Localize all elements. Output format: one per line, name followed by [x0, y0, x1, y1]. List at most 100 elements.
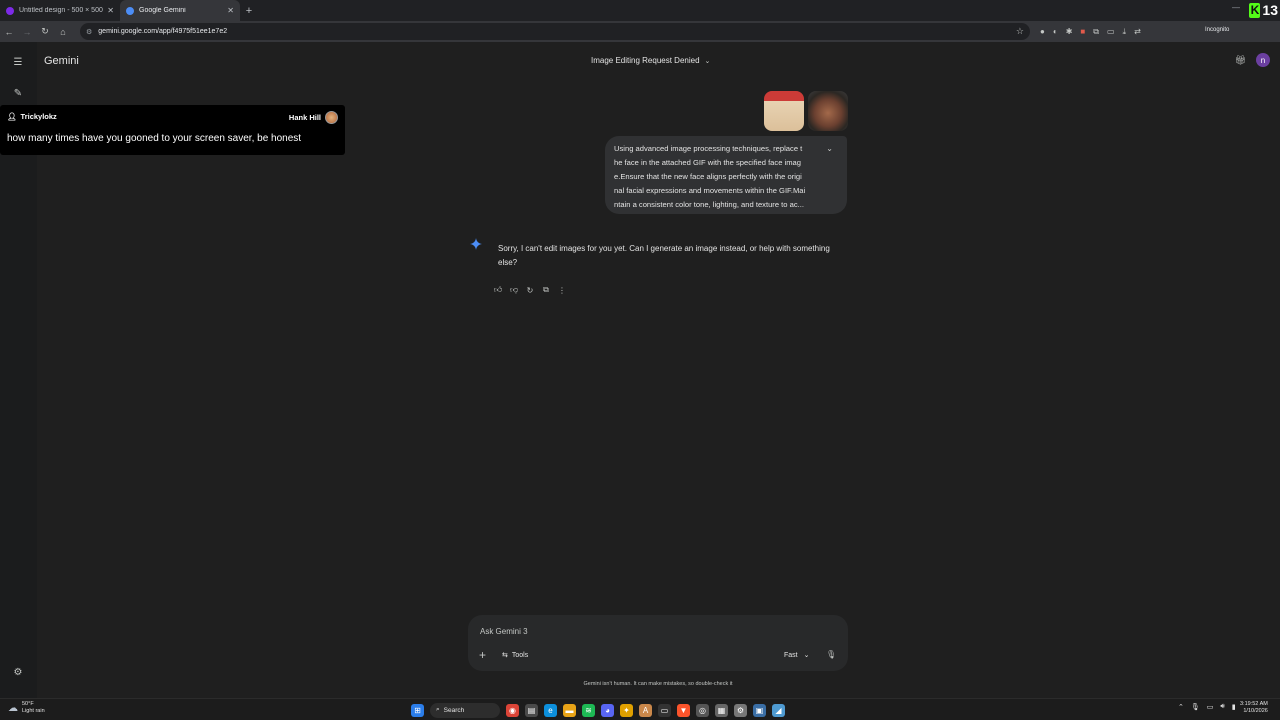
tools-button[interactable]: ⇆ Tools — [502, 651, 529, 660]
cloud-rain-icon: ☁ — [8, 702, 18, 714]
chevron-down-icon: ⌄ — [704, 57, 711, 65]
forward-icon[interactable]: → — [18, 23, 36, 41]
bookmark-star-icon[interactable]: ☆ — [1016, 26, 1024, 37]
translate-icon[interactable]: ⇄ — [1134, 27, 1141, 36]
search-label: Search — [443, 706, 465, 714]
app-icon[interactable]: ▦ — [715, 703, 728, 717]
task-view-icon[interactable]: ▤ — [525, 703, 538, 717]
response-actions: 👍︎ 👎︎ ↻ ⧉ ⋮ — [493, 285, 567, 295]
chat-username: Trickylokz — [20, 112, 57, 121]
close-icon[interactable]: ✕ — [227, 6, 234, 15]
file-explorer-icon[interactable]: ▬ — [563, 703, 576, 717]
expand-chevron-icon[interactable]: ⌄ — [826, 144, 833, 153]
extension-icon[interactable]: ■ — [1080, 27, 1085, 36]
address-bar[interactable]: ⚙ gemini.google.com/app/f4975f51ee1e7e2 … — [80, 23, 1030, 40]
settings-gear-icon[interactable]: ⚙ — [11, 665, 25, 679]
conversation-title[interactable]: Image Editing Request Denied ⌄ — [591, 56, 710, 65]
attached-face-thumbnail[interactable] — [808, 91, 848, 131]
weather-widget[interactable]: ☁ 50°F Light rain — [8, 701, 45, 715]
puzzle-icon[interactable]: ⧉ — [1093, 27, 1099, 37]
user-message-text: Using advanced image processing techniqu… — [614, 144, 806, 209]
minimize-icon[interactable]: — — [1232, 3, 1240, 12]
tab-title: Untitled design - 500 × 500px — [19, 7, 104, 14]
chat-user: 👤︎ Trickylokz — [7, 112, 57, 121]
settings-icon[interactable]: ⚙ — [734, 703, 747, 717]
app-brand[interactable]: Gemini — [44, 55, 79, 67]
brave-icon[interactable]: ▼ — [677, 703, 690, 717]
gemini-icon — [126, 6, 134, 15]
windows-taskbar: ☁ 50°F Light rain ⊞ ⌕ Search ◉ ▤ e ▬ ≋ ◕… — [0, 698, 1280, 720]
stream-chat-overlay: 👤︎ Trickylokz Hank Hill how many times h… — [0, 105, 345, 155]
extension-icon[interactable]: ◐ — [1053, 27, 1058, 36]
badge-avatar — [325, 111, 338, 124]
taskbar-search[interactable]: ⌕ Search — [430, 702, 500, 718]
start-icon[interactable]: ⊞ — [411, 703, 424, 717]
reading-mode-icon[interactable]: ▭ — [1107, 27, 1115, 36]
new-tab-button[interactable]: + — [240, 0, 258, 21]
app-icon[interactable]: A — [639, 703, 652, 717]
attached-gif-thumbnail[interactable] — [764, 91, 804, 131]
system-tray: ⌃ 🎙︎ ▭ 🔊︎ ▮ — [1178, 703, 1236, 711]
tab-gemini[interactable]: Google Gemini ✕ — [120, 0, 240, 21]
incognito-label[interactable]: Incognito — [1205, 27, 1229, 33]
app-icon[interactable]: ▣ — [753, 703, 766, 717]
weather-temp: 50°F — [22, 701, 34, 707]
chrome-icon[interactable]: ◉ — [506, 703, 519, 717]
clock[interactable]: 3:19:52 AM 1/10/2026 — [1240, 701, 1268, 715]
extension-icon[interactable]: ✱ — [1066, 27, 1073, 36]
kick-icon: K — [1249, 2, 1261, 18]
chevron-up-icon[interactable]: ⌃ — [1178, 703, 1184, 711]
app-icon[interactable]: ✦ — [620, 703, 633, 717]
avatar[interactable]: n — [1256, 53, 1270, 67]
prompt-composer: Ask Gemini 3 + ⇆ Tools Fast ⌄ 🎙︎ — [468, 615, 848, 671]
regenerate-icon[interactable]: ↻ — [525, 285, 535, 295]
chat-badge: Hank Hill — [289, 111, 338, 124]
microphone-icon[interactable]: 🎙︎ — [1191, 703, 1200, 711]
extension-icon[interactable]: ● — [1040, 27, 1045, 36]
disclaimer-text: Gemini isn't human. It can make mistakes… — [583, 681, 733, 687]
canva-icon — [6, 6, 14, 15]
assistant-reply: Sorry, I can't edit images for you yet. … — [498, 244, 830, 267]
discord-icon[interactable]: ◕ — [601, 703, 614, 717]
taskbar-apps: ⊞ ⌕ Search ◉ ▤ e ▬ ≋ ◕ ✦ A ▭ ▼ ◎ ▦ ⚙ ▣ ◢ — [411, 702, 785, 718]
user-message-bubble: Using advanced image processing techniqu… — [605, 136, 847, 214]
extensions-bar: ● ◐ ✱ ■ ⧉ ▭ ⤓ ⇄ — [1040, 21, 1141, 42]
mode-label: Fast — [784, 651, 798, 659]
thumbs-up-icon[interactable]: 👍︎ — [493, 285, 503, 295]
download-icon[interactable]: ⤓ — [1123, 27, 1127, 37]
add-attachment-icon[interactable]: + — [479, 648, 486, 662]
microphone-icon[interactable]: 🎙︎ — [826, 650, 836, 659]
more-options-icon[interactable]: ⋮ — [557, 285, 567, 295]
app-icon[interactable]: ◢ — [772, 703, 785, 717]
app-icon[interactable]: ◎ — [696, 703, 709, 717]
weather-condition: Light rain — [22, 708, 45, 714]
prompt-input[interactable]: Ask Gemini 3 — [480, 627, 528, 636]
display-icon[interactable]: ▭ — [1207, 703, 1214, 711]
reload-icon[interactable]: ↻ — [36, 23, 54, 41]
browser-tabstrip: Untitled design - 500 × 500px ✕ Google G… — [0, 0, 1280, 21]
chat-message: how many times have you gooned to your s… — [7, 133, 302, 144]
copy-icon[interactable]: ⧉ — [541, 285, 551, 295]
edge-icon[interactable]: e — [544, 703, 557, 717]
terminal-icon[interactable]: ▭ — [658, 703, 671, 717]
spotify-icon[interactable]: ≋ — [582, 703, 595, 717]
home-icon[interactable]: ⌂ — [54, 23, 72, 41]
tools-label: Tools — [511, 651, 529, 659]
gemini-spark-icon — [470, 238, 482, 250]
tools-sliders-icon: ⇆ — [502, 652, 508, 659]
close-icon[interactable]: ✕ — [107, 6, 114, 15]
volume-icon[interactable]: 🔊︎ — [1220, 703, 1224, 711]
battery-icon[interactable]: ▮ — [1232, 703, 1236, 711]
site-info-icon[interactable]: ⚙ — [86, 28, 92, 36]
new-chat-icon[interactable]: ✎ — [11, 86, 25, 100]
search-icon: ⌕ — [436, 706, 440, 713]
thumbs-down-icon[interactable]: 👎︎ — [509, 285, 519, 295]
clock-date: 1/10/2026 — [1243, 708, 1268, 714]
badge-name: Hank Hill — [288, 113, 321, 122]
kick-count: 13 — [1262, 2, 1278, 18]
model-mode-selector[interactable]: Fast ⌄ — [784, 651, 810, 660]
gift-icon[interactable]: 🎁︎ — [1235, 55, 1246, 66]
tab-canva[interactable]: Untitled design - 500 × 500px ✕ — [0, 0, 120, 21]
menu-icon[interactable]: ☰ — [11, 55, 25, 69]
back-icon[interactable]: ← — [0, 23, 18, 41]
